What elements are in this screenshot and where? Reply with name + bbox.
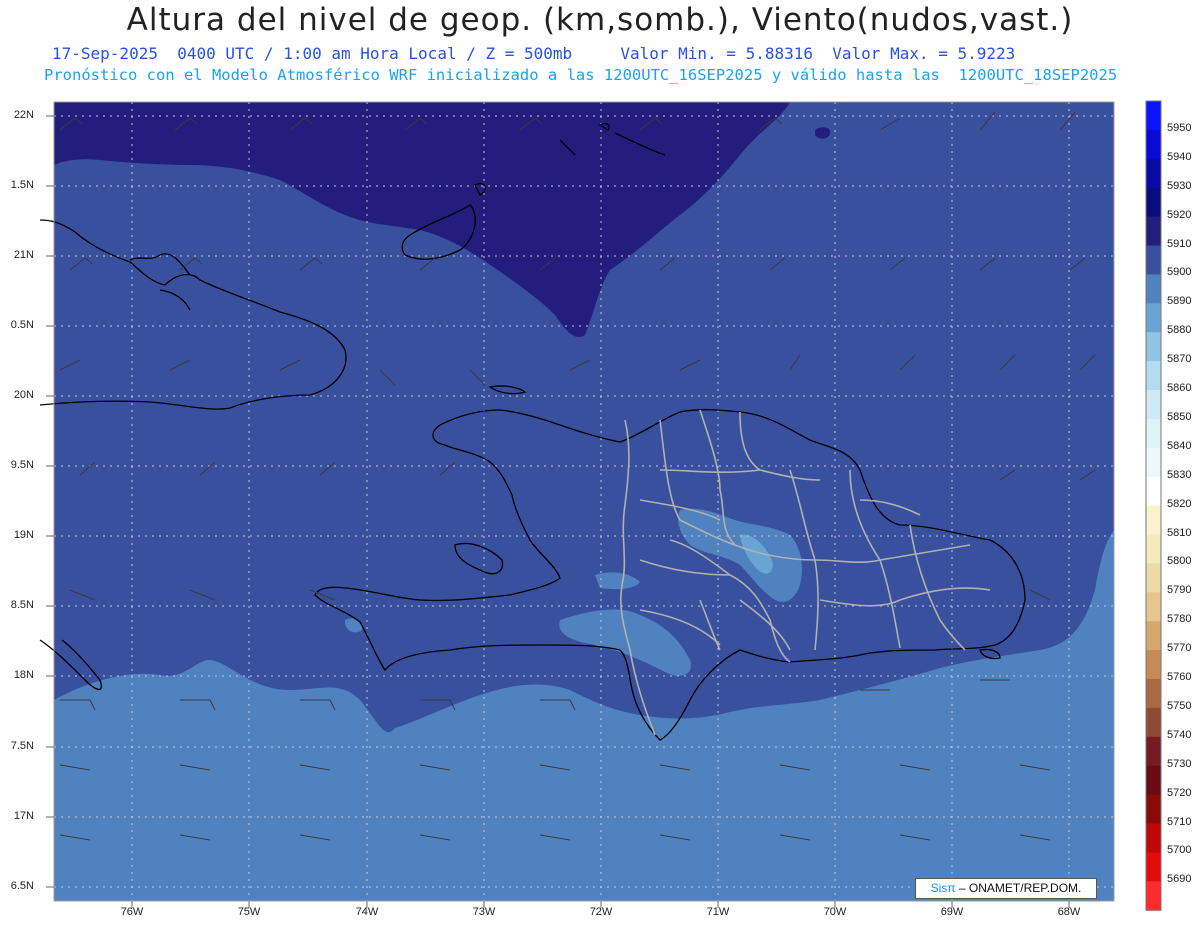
colorbar-label: 5710	[1167, 815, 1192, 828]
colorbar-segment	[1146, 361, 1161, 391]
lat-label: 7.5N	[10, 740, 34, 752]
colorbar-segment	[1146, 447, 1161, 478]
lon-label: 76W	[120, 906, 144, 918]
chart-title: Altura del nivel de geop. (km,somb.), Vi…	[126, 2, 1074, 38]
colorbar-label: 5820	[1167, 497, 1192, 510]
colorbar-segment	[1146, 274, 1161, 304]
colorbar-label: 5920	[1167, 208, 1192, 221]
lon-label: 75W	[237, 906, 261, 918]
lat-label: 0.5N	[10, 319, 34, 331]
colorbar-label: 5930	[1167, 179, 1192, 192]
colorbar	[1145, 100, 1162, 911]
lat-label: 22N	[13, 109, 34, 121]
lon-label: 72W	[589, 906, 613, 918]
colorbar-segment	[1146, 158, 1161, 189]
colorbar-segment	[1146, 129, 1161, 160]
lat-label: 6.5N	[10, 880, 34, 892]
colorbar-segment	[1146, 187, 1161, 218]
colorbar-label: 5750	[1167, 699, 1192, 712]
colorbar-label: 5860	[1167, 382, 1192, 394]
lat-label: 21N	[13, 249, 34, 261]
lon-label: 73W	[472, 906, 496, 918]
colorbar-segment	[1146, 765, 1161, 796]
colorbar-label: 5900	[1167, 266, 1192, 279]
sispi-logo: Sisπ	[930, 881, 956, 895]
colorbar-label: 5870	[1167, 353, 1192, 366]
colorbar-segment	[1146, 505, 1161, 535]
map-canvas	[39, 100, 1162, 911]
colorbar-label: 5690	[1167, 873, 1192, 886]
colorbar-segment	[1146, 303, 1161, 333]
colorbar-label: 5910	[1167, 237, 1192, 250]
colorbar-segment	[1146, 216, 1161, 246]
colorbar-label: 5840	[1167, 439, 1192, 452]
colorbar-label: 5770	[1167, 642, 1192, 655]
lat-label: 18N	[13, 669, 34, 681]
colorbar-segment	[1146, 332, 1161, 362]
lat-label: 1.5N	[10, 179, 34, 191]
colorbar-label: 5830	[1167, 468, 1192, 481]
colorbar-label: 5780	[1167, 613, 1192, 626]
colorbar-segment	[1146, 650, 1161, 680]
lon-label: 69W	[940, 906, 964, 918]
colorbar-label: 5950	[1167, 121, 1192, 134]
lon-label: 71W	[706, 906, 730, 918]
colorbar-segment	[1146, 707, 1161, 738]
colorbar-label: 5740	[1167, 728, 1192, 741]
colorbar-label: 5700	[1167, 844, 1192, 857]
colorbar-segment	[1146, 534, 1161, 564]
lon-label: 68W	[1057, 906, 1081, 918]
colorbar-label: 5880	[1167, 324, 1192, 337]
credit-box: Sisπ – ONAMET/REP.DOM.	[915, 878, 1097, 899]
colorbar-label: 5810	[1167, 526, 1192, 539]
colorbar-segment	[1146, 245, 1161, 275]
colorbar-segment	[1146, 101, 1161, 131]
lon-label: 74W	[355, 906, 379, 918]
colorbar-segment	[1146, 852, 1161, 882]
lat-label: 20N	[13, 389, 34, 401]
colorbar-segment	[1146, 563, 1161, 593]
colorbar-segment	[1146, 418, 1161, 449]
colorbar-segment	[1146, 794, 1161, 824]
lat-label: 19N	[13, 529, 34, 541]
subtitle-date: 17-Sep-2025 0400 UTC / 1:00 am Hora Loca…	[52, 44, 573, 63]
subtitle-minmax: Valor Min. = 5.88316 Valor Max. = 5.9223	[620, 44, 1016, 63]
colorbar-segment	[1146, 881, 1161, 911]
colorbar-label: 5760	[1167, 671, 1192, 683]
colorbar-segment	[1146, 592, 1161, 622]
credit-text: – ONAMET/REP.DOM.	[958, 881, 1082, 895]
lon-label: 70W	[823, 906, 847, 918]
colorbar-label: 5790	[1167, 584, 1192, 597]
subtitle-line-1: 17-Sep-2025 0400 UTC / 1:00 am Hora Loca…	[52, 44, 1200, 63]
lat-label: 8.5N	[10, 599, 34, 611]
colorbar-segment	[1146, 736, 1161, 767]
colorbar-segment	[1146, 679, 1161, 709]
colorbar-segment	[1146, 823, 1161, 853]
lat-label: 9.5N	[10, 459, 34, 471]
colorbar-label: 5730	[1167, 757, 1192, 770]
colorbar-label: 5720	[1167, 786, 1192, 799]
colorbar-segment	[1146, 476, 1161, 507]
subtitle-line-2: Pronóstico con el Modelo Atmosférico WRF…	[44, 66, 1118, 84]
colorbar-label: 5890	[1167, 295, 1192, 308]
colorbar-label: 5800	[1167, 555, 1192, 568]
colorbar-segment	[1146, 390, 1161, 420]
colorbar-segment	[1146, 621, 1161, 651]
colorbar-label: 5850	[1167, 410, 1192, 423]
colorbar-label: 5940	[1167, 150, 1192, 163]
lat-label: 17N	[13, 810, 34, 822]
